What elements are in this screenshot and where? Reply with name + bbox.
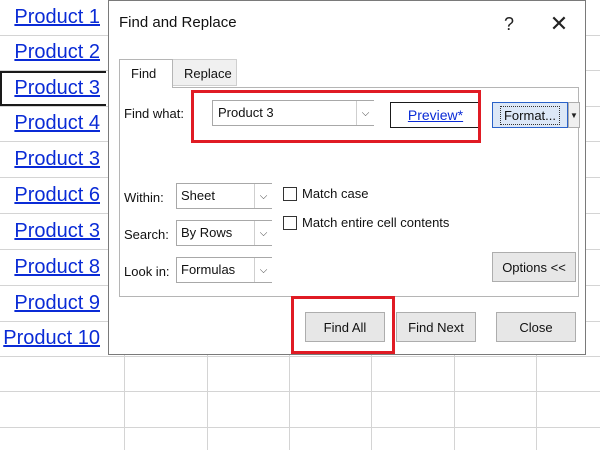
cell-product[interactable]: Product 10 xyxy=(0,321,106,356)
dialog-title: Find and Replace xyxy=(119,14,237,31)
cell-link[interactable]: Product 3 xyxy=(14,220,100,243)
search-label: Search: xyxy=(124,227,169,242)
cell-product[interactable]: Product 3 xyxy=(0,214,106,249)
chevron-down-icon[interactable]: ⌵ xyxy=(254,184,272,208)
cell-link[interactable]: Product 10 xyxy=(3,327,100,350)
find-what-label: Find what: xyxy=(124,106,184,121)
gridline xyxy=(0,356,600,357)
active-cell[interactable]: Product 3 xyxy=(0,71,106,106)
cell-product[interactable]: Product 2 xyxy=(0,35,106,70)
look-in-label: Look in: xyxy=(124,264,170,279)
tab-replace[interactable]: Replace xyxy=(173,59,237,86)
close-window-button[interactable]: ✕ xyxy=(539,9,579,39)
match-case-label: Match case xyxy=(302,186,369,201)
chevron-down-icon[interactable]: ⌵ xyxy=(254,258,272,282)
gridline xyxy=(0,427,600,428)
chevron-down-icon[interactable]: ⌵ xyxy=(356,101,374,125)
cell-product[interactable]: Product 3 xyxy=(0,142,106,177)
gridline xyxy=(207,355,208,450)
format-preview: Preview* xyxy=(390,102,481,128)
format-button-label: Format... xyxy=(499,105,560,125)
gridline xyxy=(289,355,290,450)
find-what-input[interactable]: Product 3 xyxy=(212,100,374,126)
preview-label: Preview* xyxy=(407,107,464,123)
help-button[interactable]: ? xyxy=(489,9,529,39)
within-label: Within: xyxy=(124,190,164,205)
match-entire-label: Match entire cell contents xyxy=(302,215,450,230)
find-all-button[interactable]: Find All xyxy=(305,312,385,342)
find-next-button[interactable]: Find Next xyxy=(396,312,476,342)
format-dropdown-button[interactable]: ▼ xyxy=(568,102,580,128)
close-icon: ✕ xyxy=(549,11,569,36)
cell-link[interactable]: Product 3 xyxy=(14,148,100,171)
tab-find[interactable]: Find xyxy=(119,59,173,88)
match-entire-checkbox[interactable] xyxy=(283,215,297,230)
help-icon: ? xyxy=(503,13,514,34)
options-button[interactable]: Options << xyxy=(492,252,576,282)
cell-product[interactable]: Product 9 xyxy=(0,286,106,321)
format-button[interactable]: Format... xyxy=(492,102,568,128)
find-panel: Find what: Product 3 ⌵ Preview* Format..… xyxy=(119,87,580,297)
close-button[interactable]: Close xyxy=(496,312,576,342)
match-case-checkbox[interactable] xyxy=(283,186,297,201)
find-what-value: Product 3 xyxy=(218,105,274,120)
cell-link[interactable]: Product 2 xyxy=(14,41,100,64)
dialog-titlebar[interactable]: Find and Replace ? ✕ xyxy=(109,1,585,45)
search-value: By Rows xyxy=(181,225,233,240)
cell-product[interactable]: Product 8 xyxy=(0,250,106,285)
cell-product[interactable]: Product 1 xyxy=(0,0,106,35)
chevron-down-icon[interactable]: ⌵ xyxy=(254,221,272,245)
find-replace-dialog: Find and Replace ? ✕ Find Replace Find w… xyxy=(108,0,586,355)
gridline xyxy=(454,355,455,450)
cell-product[interactable]: Product 4 xyxy=(0,106,106,141)
match-case-option[interactable]: Match case xyxy=(283,186,368,201)
gridline xyxy=(371,355,372,450)
cell-link[interactable]: Product 9 xyxy=(14,292,100,315)
look-in-value: Formulas xyxy=(181,262,236,277)
match-entire-option[interactable]: Match entire cell contents xyxy=(283,215,449,230)
cell-link[interactable]: Product 1 xyxy=(14,6,100,29)
gridline xyxy=(536,355,537,450)
gridline xyxy=(124,355,125,450)
cell-link[interactable]: Product 3 xyxy=(14,77,100,100)
cell-link[interactable]: Product 4 xyxy=(14,112,100,135)
cell-link[interactable]: Product 8 xyxy=(14,256,100,279)
cell-link[interactable]: Product 6 xyxy=(14,184,100,207)
within-value: Sheet xyxy=(181,188,215,203)
cell-product[interactable]: Product 6 xyxy=(0,178,106,213)
gridline xyxy=(0,391,600,392)
